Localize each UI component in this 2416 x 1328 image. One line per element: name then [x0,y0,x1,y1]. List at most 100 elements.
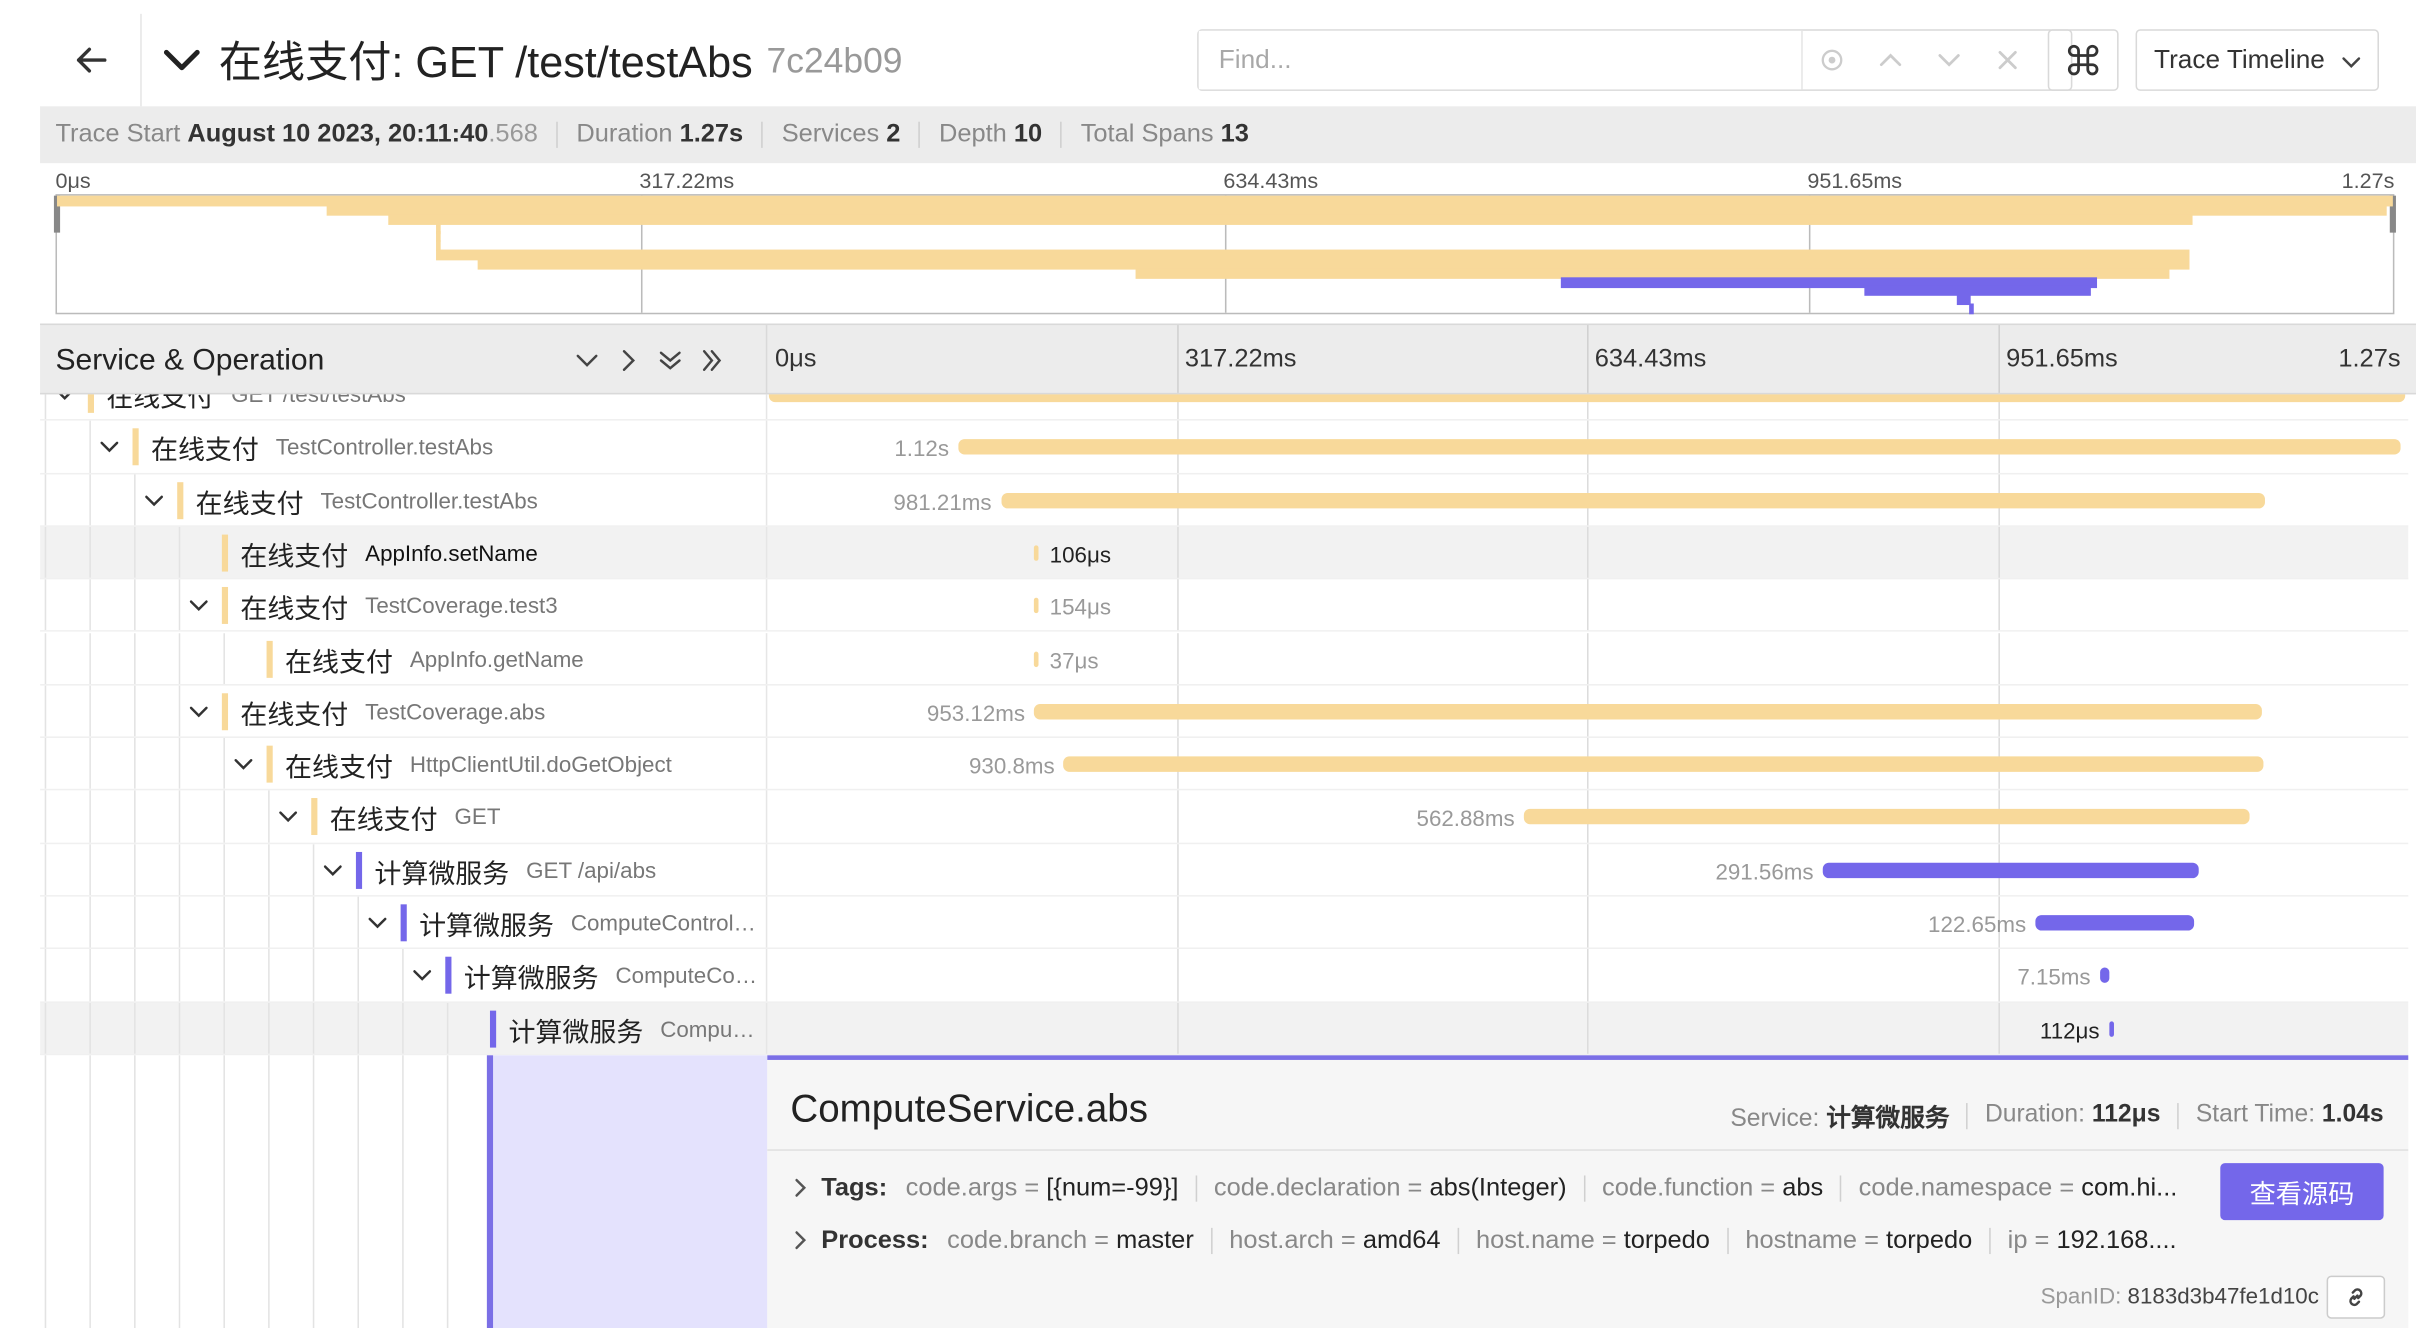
tree-guide [134,896,136,948]
span-row[interactable]: 在线支付 TestCoverage.abs 953.12ms [40,685,2409,739]
span-name-cell[interactable]: 在线支付 AppInfo.setName [40,526,768,579]
trace-minimap[interactable]: 0μs 317.22ms 634.43ms 951.65ms 1.27s [40,163,2416,324]
divider [2177,1102,2179,1129]
span-name-cell[interactable]: 在线支付 TestCoverage.test3 [40,579,768,631]
span-row[interactable]: 在线支付 GET /test/testAbs [40,394,2409,422]
tags-row[interactable]: Tags: code.args = [{num=-99}] code.declar… [790,1168,2194,1208]
collapse-all-button[interactable] [655,345,686,376]
span-row[interactable]: 计算微服务 ComputeService.abs 112μs [40,1002,2409,1056]
next-match-button[interactable] [1920,31,1979,90]
span-toggle[interactable] [52,394,77,406]
span-bar[interactable] [2035,915,2194,931]
span-name-cell[interactable]: 在线支付 AppInfo.getName [40,632,768,684]
kv-key: ip [2007,1225,2028,1254]
minimap-canvas[interactable] [53,194,2396,315]
span-toggle[interactable] [320,858,345,883]
tree-guide [134,790,136,843]
span-toggle[interactable] [142,488,167,513]
span-duration-label: 106μs [1049,543,1112,569]
span-bar[interactable] [2099,967,2110,984]
expand-one-button[interactable] [613,345,644,376]
tree-guide [268,949,270,1001]
span-toggle[interactable] [276,805,301,830]
locate-button[interactable] [1803,31,1862,90]
span-row[interactable]: 在线支付 TestController.testAbs 1.12s [40,421,2409,474]
expand-all-button[interactable] [696,345,727,376]
span-name-cell[interactable]: 计算微服务 GET /api/abs [40,843,768,896]
span-bar[interactable] [2108,1020,2114,1037]
span-name-cell[interactable]: 在线支付 GET [40,790,768,843]
span-row[interactable]: 在线支付 AppInfo.getName 37μs [40,632,2409,686]
prev-match-button[interactable] [1861,31,1920,90]
span-bar[interactable] [1034,545,1039,561]
span-toggle[interactable] [365,910,390,935]
key-value-item: host.arch = amd64 [1229,1225,1441,1254]
span-toggle[interactable] [231,752,256,777]
minimap-span-bar [1864,285,2091,297]
span-toggle[interactable] [186,699,211,724]
span-operation: GET /api/abs [526,859,657,884]
span-row[interactable]: 在线支付 TestController.testAbs 981.21ms [40,473,2409,527]
span-row[interactable]: 在线支付 AppInfo.setName 106μs [40,526,2409,580]
span-toggle[interactable] [410,963,435,988]
span-name-cell[interactable]: 计算微服务 ComputeService.abs [40,1002,768,1054]
span-bar[interactable] [768,394,2406,403]
span-bar[interactable] [1523,809,2250,825]
tree-guide [134,843,136,896]
find-input[interactable] [1198,30,1803,90]
span-bar[interactable] [1000,492,2265,508]
tree-guide [402,949,404,1001]
keyboard-shortcuts-button[interactable] [2047,29,2119,91]
span-service: 在线支付 [285,751,393,783]
service-color-bar [266,640,273,678]
span-name-cell[interactable]: 计算微服务 ComputeController.abs [40,896,768,948]
span-row[interactable]: 在线支付 TestCoverage.test3 154μs [40,579,2409,633]
view-source-button[interactable]: 查看源码 [2220,1163,2384,1221]
span-bar[interactable] [1034,650,1039,667]
span-name-cell[interactable]: 计算微服务 ComputeController.abs [40,949,768,1001]
span-row[interactable]: 计算微服务 ComputeController.abs 7.15ms [40,949,2409,1003]
span-bar[interactable] [1034,703,2263,720]
spans-value: 13 [1220,120,1249,148]
chevron-down-icon [100,442,119,453]
span-toggle[interactable] [186,593,211,618]
span-name-cell[interactable]: 在线支付 TestCoverage.abs [40,685,768,737]
copy-link-button[interactable] [2326,1275,2386,1319]
tree-guide [134,738,136,790]
trace-title[interactable]: 在线支付: GET /test/testAbs 7c24b09 [160,26,902,94]
span-name-cell[interactable]: 在线支付 HttpClientUtil.doGetObject [40,738,768,790]
divider [1060,121,1063,148]
view-mode-select[interactable]: Trace Timeline [2135,29,2379,91]
process-row[interactable]: Process: code.branch = master host.arch =… [790,1220,2193,1260]
span-row[interactable]: 计算微服务 ComputeController.abs 122.65ms [40,896,2409,950]
span-row[interactable]: 在线支付 GET 562.88ms [40,790,2409,844]
clear-find-button[interactable] [1978,31,2037,90]
span-name-cell[interactable]: 在线支付 TestController.testAbs [40,473,768,526]
key-value-item: code.namespace = com.hi... [1858,1173,2178,1201]
span-row[interactable]: 计算微服务 GET /api/abs 291.56ms [40,843,2409,897]
span-bar[interactable] [1063,756,2264,772]
divider [1457,1227,1460,1254]
back-button[interactable] [40,13,142,107]
service-color-bar [311,798,318,836]
span-bar[interactable] [1034,598,1039,614]
trace-start-label: Trace Start [55,120,181,148]
collapse-one-button[interactable] [572,345,603,376]
minimap-tick: 634.43ms [1223,167,1319,193]
span-bar[interactable] [958,439,2402,455]
key-value-item: host.name = torpedo [1475,1225,1710,1254]
span-duration-label: 122.65ms [1928,913,2027,939]
service-color-bar [445,957,452,995]
span-name-cell[interactable]: 在线支付 GET /test/testAbs [40,394,768,420]
span-name-cell[interactable]: 在线支付 TestController.testAbs [40,421,768,473]
span-service: 在线支付 [329,804,438,836]
depth-label: Depth [938,120,1007,148]
span-bar[interactable] [1822,862,2199,878]
span-toggle[interactable] [97,435,122,460]
close-icon [1998,50,2017,70]
span-row[interactable]: 在线支付 HttpClientUtil.doGetObject 930.8ms [40,738,2409,791]
chevron-down-icon [59,394,71,400]
minimap-span-bar [1956,294,1971,306]
tree-guide [178,843,181,896]
span-id-value: 8183d3b47fe1d10c [2127,1284,2319,1310]
